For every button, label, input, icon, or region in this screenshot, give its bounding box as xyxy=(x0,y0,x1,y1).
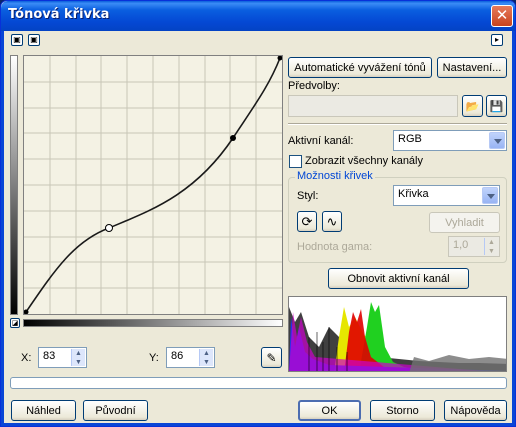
show-all-label[interactable]: Zobrazit všechny kanály xyxy=(305,155,423,167)
curve-point-end xyxy=(277,55,283,61)
presets-label: Předvolby: xyxy=(288,80,340,92)
histogram-svg xyxy=(289,297,506,371)
tone-curve-dialog: Tónová křivka ✕ ▣ ▣ ▸ ◪ X: 83 ▲ ▼ Y: 86 … xyxy=(0,0,516,427)
curve-style-icon[interactable]: ⟳ xyxy=(297,211,317,232)
y-spinner[interactable]: ▲ ▼ xyxy=(199,349,213,366)
gamma-input[interactable]: 1,0 ▲ ▼ xyxy=(448,236,500,257)
window-frame-bottom xyxy=(1,423,515,426)
presets-field xyxy=(288,95,458,117)
title-bar[interactable]: Tónová křivka ✕ xyxy=(1,1,515,31)
x-input[interactable]: 83 ▲ ▼ xyxy=(38,347,87,368)
curve-svg xyxy=(23,55,283,315)
eyedropper-icon[interactable]: ✎ xyxy=(261,347,282,368)
separator xyxy=(288,123,507,125)
settings-button[interactable]: Nastavení... xyxy=(437,57,507,78)
ok-button[interactable]: OK xyxy=(298,400,361,421)
output-gradient-bar xyxy=(10,55,18,315)
curve-graph[interactable] xyxy=(23,55,283,315)
histogram xyxy=(288,296,507,372)
progress-bar xyxy=(10,377,507,389)
style-value: Křivka xyxy=(398,188,429,200)
auto-balance-button[interactable]: Automatické vyvážení tónů xyxy=(288,57,432,78)
curve-point-active xyxy=(105,224,113,232)
y-input[interactable]: 86 ▲ ▼ xyxy=(166,347,215,368)
channel-label: Aktivní kanál: xyxy=(288,135,354,147)
window-frame-right xyxy=(512,31,515,426)
x-label: X: xyxy=(21,352,32,364)
reset-channel-button[interactable]: Obnovit aktivní kanál xyxy=(328,268,469,289)
open-folder-icon[interactable]: 📂 xyxy=(462,95,483,117)
x-spinner[interactable]: ▲ ▼ xyxy=(71,349,85,366)
curve-smooth-icon[interactable]: ∿ xyxy=(322,211,342,232)
channel-select[interactable]: RGB xyxy=(393,130,507,151)
y-label: Y: xyxy=(149,352,159,364)
smooth-button[interactable]: Vyhladit xyxy=(429,212,500,233)
show-all-checkbox[interactable] xyxy=(289,155,302,168)
window-title: Tónová křivka xyxy=(8,7,110,22)
gradient-toggle-icon[interactable]: ◪ xyxy=(10,318,20,328)
chevron-down-icon[interactable] xyxy=(489,132,505,149)
curve-options-title: Možnosti křivek xyxy=(295,170,375,182)
cancel-button[interactable]: Storno xyxy=(370,400,435,421)
gamma-spinner[interactable]: ▲ ▼ xyxy=(484,238,498,255)
view-alt-icon[interactable]: ▣ xyxy=(28,34,40,46)
channel-value: RGB xyxy=(398,133,422,145)
x-value: 83 xyxy=(43,350,56,362)
curve-point-upper xyxy=(230,135,236,141)
preview-button[interactable]: Náhled xyxy=(11,400,76,421)
arrow-right-icon[interactable]: ▸ xyxy=(491,34,503,46)
view-icon[interactable]: ▣ xyxy=(11,34,23,46)
window-frame-left xyxy=(1,31,4,426)
gamma-label: Hodnota gama: xyxy=(297,241,373,253)
chevron-down-icon[interactable] xyxy=(482,187,498,204)
close-button[interactable]: ✕ xyxy=(491,5,513,27)
original-button[interactable]: Původní xyxy=(83,400,148,421)
help-button[interactable]: Nápověda xyxy=(444,400,507,421)
gamma-value: 1,0 xyxy=(453,239,469,251)
input-gradient-bar xyxy=(23,319,283,327)
style-label: Styl: xyxy=(297,190,319,202)
style-select[interactable]: Křivka xyxy=(393,185,500,206)
save-disk-icon[interactable]: 💾 xyxy=(486,95,507,117)
y-value: 86 xyxy=(171,350,184,362)
